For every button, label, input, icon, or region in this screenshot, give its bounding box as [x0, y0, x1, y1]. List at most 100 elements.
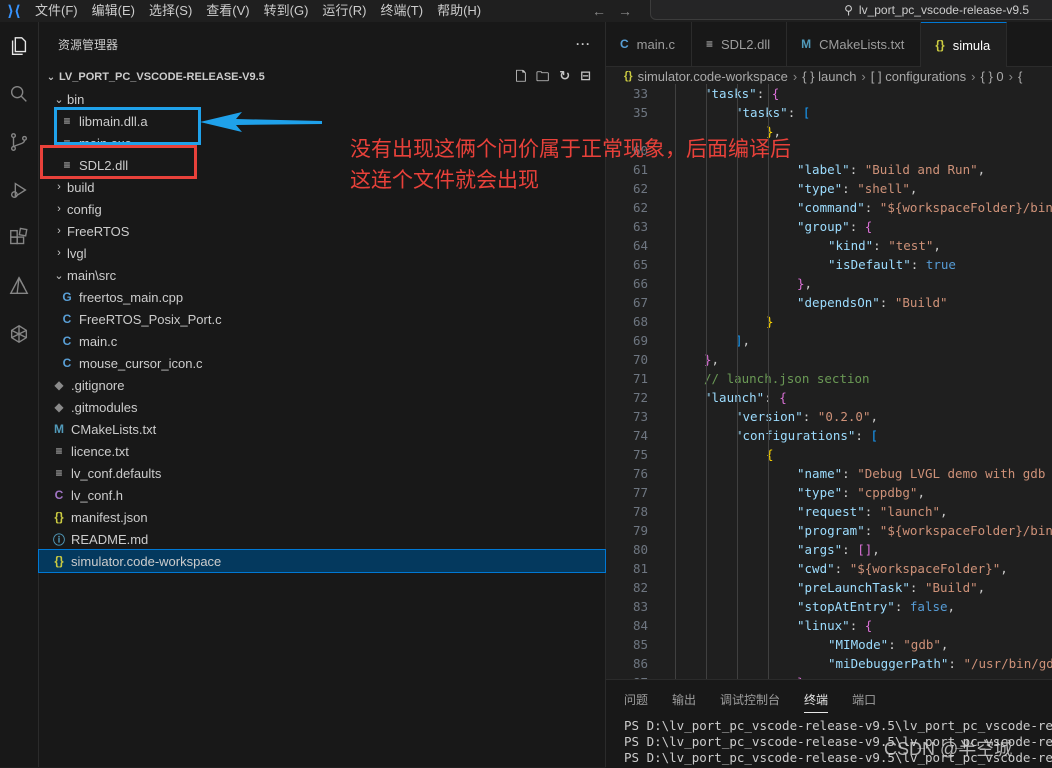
code-text: }, [797, 276, 813, 291]
tree-folder[interactable]: › FreeRTOS [39, 220, 605, 242]
panel-tab[interactable]: 输出 [672, 691, 696, 708]
source-control-icon[interactable] [0, 118, 38, 166]
workspace-root-label: LV_PORT_PC_VSCODE-RELEASE-V9.5 [59, 71, 265, 83]
tree-item-label: main.c [79, 333, 118, 349]
tree-file[interactable]: Cmouse_cursor_icon.c [39, 352, 605, 374]
file-type-icon: G [62, 290, 72, 304]
tree-folder[interactable]: › config [39, 198, 605, 220]
extensions-icon[interactable] [0, 214, 38, 262]
more-actions-icon[interactable]: ··· [576, 37, 591, 51]
code-text: "group": { [797, 219, 873, 234]
code-text: "configurations": [ [735, 428, 879, 443]
tree-folder[interactable]: › lvgl [39, 242, 605, 264]
panel-tab[interactable]: 终端 [804, 691, 829, 713]
command-center-search[interactable]: ⚲ lv_port_pc_vscode-release-v9.5 [650, 0, 1052, 20]
workspace-root[interactable]: ⌄ LV_PORT_PC_VSCODE-RELEASE-V9.5 🗋 🗀 ↻ ⊟ [39, 66, 605, 88]
file-type-icon: ≡ [55, 444, 63, 458]
tree-file[interactable]: C FreeRTOS_Posix_Port.c [39, 308, 605, 330]
menu-item[interactable]: 运行(R) [317, 0, 375, 22]
menu-item[interactable]: 帮助(H) [432, 0, 490, 22]
code-text: "linux": { [797, 618, 873, 633]
code-line: 76 "name": "Debug LVGL demo with gdb [606, 464, 1052, 483]
panel-tab[interactable]: 问题 [624, 691, 648, 708]
cmake-icon[interactable] [0, 262, 38, 310]
tree-file[interactable]: {} simulator.code-workspace [38, 549, 606, 573]
tree-file[interactable]: Clv_conf.h [39, 484, 605, 506]
refresh-icon[interactable]: ↻ [559, 68, 570, 90]
file-type-icon: C [620, 37, 629, 51]
code-text: "request": "launch", [797, 504, 948, 519]
code-text: "args": [], [797, 542, 880, 557]
forward-arrow-icon[interactable]: → [618, 3, 632, 19]
line-number: 74 [632, 428, 648, 443]
tree-file[interactable]: Gfreertos_main.cpp [39, 286, 605, 308]
new-file-icon[interactable]: 🗋 [516, 68, 526, 90]
code-line: 64 "kind": "test", [606, 236, 1052, 255]
breadcrumb-item[interactable]: simulator.code-workspace [638, 69, 788, 84]
code-text: "miDebuggerPath": "/usr/bin/gd [828, 656, 1052, 671]
tree-item-label: lv_conf.defaults [71, 465, 162, 481]
tree-file[interactable]: ◆ .gitmodules [39, 396, 605, 418]
tree-file[interactable]: ◆ .gitignore [39, 374, 605, 396]
panel-tab[interactable]: 调试控制台 [720, 691, 780, 708]
tree-item-label: lvgl [67, 245, 87, 261]
menu-item[interactable]: 转到(G) [259, 0, 318, 22]
menu-item[interactable]: 文件(F) [30, 0, 87, 22]
code-text: "cwd": "${workspaceFolder}", [797, 561, 1008, 576]
tree-file[interactable]: ≡ lv_conf.defaults [39, 462, 605, 484]
file-type-icon: ◆ [54, 400, 64, 414]
annotation-box-blue [54, 107, 201, 145]
line-number: 62 [632, 200, 648, 215]
breadcrumb-item[interactable]: { } launch [802, 69, 856, 84]
chevron-down-icon: ⌄ [46, 71, 56, 83]
line-number: 72 [632, 390, 648, 405]
search-view-icon[interactable] [0, 70, 38, 118]
line-number: 73 [632, 409, 648, 424]
tree-folder[interactable]: ⌄ main\src [39, 264, 605, 286]
tree-file[interactable]: ⓘ README.md [39, 528, 605, 550]
json-file-icon: {} [624, 70, 633, 82]
line-number: 75 [632, 447, 648, 462]
annotation-arrow-icon [200, 112, 322, 132]
new-folder-icon[interactable]: 🗀 [536, 68, 549, 90]
tree-item-label: FreeRTOS [67, 223, 130, 239]
tree-file[interactable]: ≡ licence.txt [39, 440, 605, 462]
editor-tab[interactable]: Cmain.c [606, 22, 692, 66]
code-line: 73 "version": "0.2.0", [606, 407, 1052, 426]
tree-item-label: main\src [67, 267, 117, 283]
line-number: 35 [632, 105, 648, 120]
editor-tab[interactable]: {} simula [921, 22, 1008, 67]
file-type-icon: C [62, 312, 72, 326]
run-debug-icon[interactable] [0, 166, 38, 214]
panel-tab[interactable]: 端口 [852, 691, 876, 708]
tree-file[interactable]: {} manifest.json [39, 506, 605, 528]
breadcrumb-item[interactable]: { } 0 [981, 69, 1004, 84]
collapse-all-icon[interactable]: ⊟ [580, 68, 591, 90]
editor-tab[interactable]: ≡ SDL2.dll [691, 22, 788, 66]
explorer-icon[interactable] [0, 22, 38, 70]
editor-tab[interactable]: M CMakeLists.txt [787, 22, 922, 66]
menu-item[interactable]: 查看(V) [201, 0, 258, 22]
code-text: "program": "${workspaceFolder}/bin [797, 523, 1052, 538]
chevron-right-icon: › [57, 225, 61, 237]
tree-file[interactable]: Cmain.c [39, 330, 605, 352]
line-number: 71 [632, 371, 648, 386]
breadcrumb-item[interactable]: [ ] configurations [871, 69, 966, 84]
code-line: 79 "program": "${workspaceFolder}/bin [606, 521, 1052, 540]
extension-view-icon[interactable] [0, 310, 38, 358]
breadcrumb-item[interactable]: { [1018, 69, 1022, 84]
tree-file[interactable]: M CMakeLists.txt [39, 418, 605, 440]
line-number: 67 [632, 295, 648, 310]
code-line: 66}, [606, 274, 1052, 293]
breadcrumb-separator-icon: › [1008, 68, 1013, 84]
code-line: 63 "group": { [606, 217, 1052, 236]
breadcrumb-separator-icon: › [971, 68, 976, 84]
back-arrow-icon[interactable]: ← [592, 3, 606, 19]
menu-item[interactable]: 选择(S) [144, 0, 201, 22]
explorer-title: 资源管理器 [58, 37, 119, 52]
file-type-icon: ⓘ [52, 532, 65, 547]
menu-item[interactable]: 编辑(E) [87, 0, 144, 22]
code-line: 82 "preLaunchTask": "Build", [606, 578, 1052, 597]
code-line: 33 "tasks": { [606, 84, 1052, 103]
menu-item[interactable]: 终端(T) [375, 0, 432, 22]
